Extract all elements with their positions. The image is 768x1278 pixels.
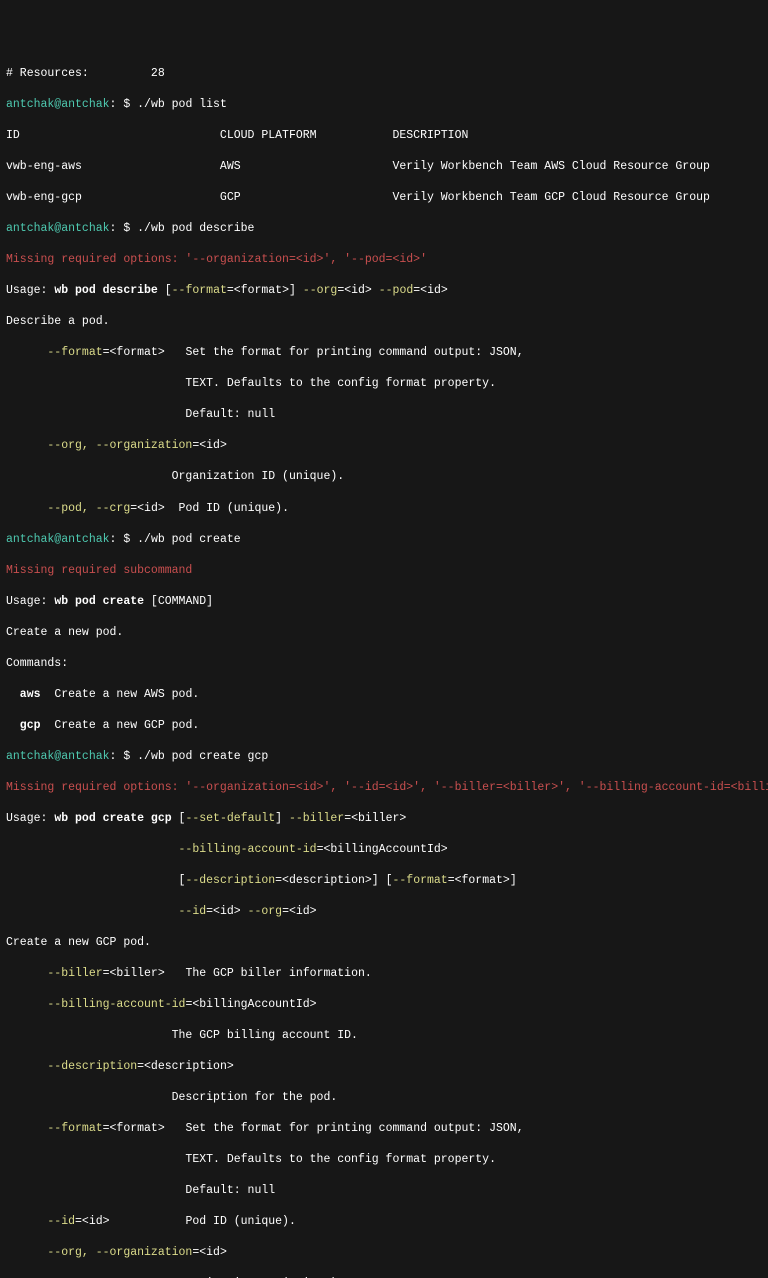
opt-text: Description for the pod. [6, 1090, 762, 1106]
table-row: vwb-eng-aws AWS Verily Workbench Team AW… [6, 159, 762, 175]
opt-text: TEXT. Defaults to the config format prop… [6, 1152, 762, 1168]
prompt-sep: : $ [110, 750, 138, 763]
opt-text: Set the format for printing command outp… [165, 346, 524, 359]
subcommand-aws: aws [6, 688, 41, 701]
opt-text: Organization ID (unique). [6, 469, 762, 485]
opt-flag: --id [6, 1215, 75, 1228]
prompt-user: antchak@antchak [6, 222, 110, 235]
cmd-pod-list: ./wb pod list [137, 98, 227, 111]
prompt-sep: : $ [110, 98, 138, 111]
cmd-pod-create-gcp: ./wb pod create gcp [137, 750, 268, 763]
prompt-user: antchak@antchak [6, 98, 110, 111]
cmd-pod-create: ./wb pod create [137, 533, 241, 546]
usage-prefix: Usage: [6, 284, 54, 297]
describe-desc: Describe a pod. [6, 314, 762, 330]
prompt-sep: : $ [110, 222, 138, 235]
opt-text: Default: null [6, 407, 762, 423]
error-create-gcp: Missing required options: '--organizatio… [6, 780, 762, 796]
opt-text: TEXT. Defaults to the config format prop… [6, 376, 762, 392]
opt-flag: --description [6, 1060, 137, 1073]
usage-cmd: wb pod describe [54, 284, 158, 297]
opt-flag: --biller [6, 967, 103, 980]
opt-flag: --pod, --crg [6, 502, 130, 515]
create-gcp-desc: Create a new GCP pod. [6, 935, 762, 951]
opt-flag: --org, --organization [6, 1246, 192, 1259]
prompt-sep: : $ [110, 533, 138, 546]
prompt-user: antchak@antchak [6, 533, 110, 546]
create-desc: Create a new pod. [6, 625, 762, 641]
error-describe: Missing required options: '--organizatio… [6, 252, 762, 268]
opt-text: Pod ID (unique). [165, 502, 289, 515]
subcommand-gcp: gcp [6, 719, 41, 732]
opt-flag: --billing-account-id [6, 998, 185, 1011]
opt-text: Default: null [6, 1183, 762, 1199]
prompt-user: antchak@antchak [6, 750, 110, 763]
resources-header: # Resources: 28 [6, 67, 165, 80]
cmd-pod-describe: ./wb pod describe [137, 222, 254, 235]
opt-flag: --format [6, 346, 103, 359]
opt-text: Organization ID (unique). [6, 1276, 762, 1278]
opt-text: The GCP billing account ID. [6, 1028, 762, 1044]
opt-flag: --org, --organization [6, 439, 192, 452]
table-row: vwb-eng-gcp GCP Verily Workbench Team GC… [6, 190, 762, 206]
table-header: ID CLOUD PLATFORM DESCRIPTION [6, 128, 762, 144]
opt-flag: --format [6, 1122, 103, 1135]
commands-label: Commands: [6, 656, 762, 672]
error-create: Missing required subcommand [6, 563, 762, 579]
